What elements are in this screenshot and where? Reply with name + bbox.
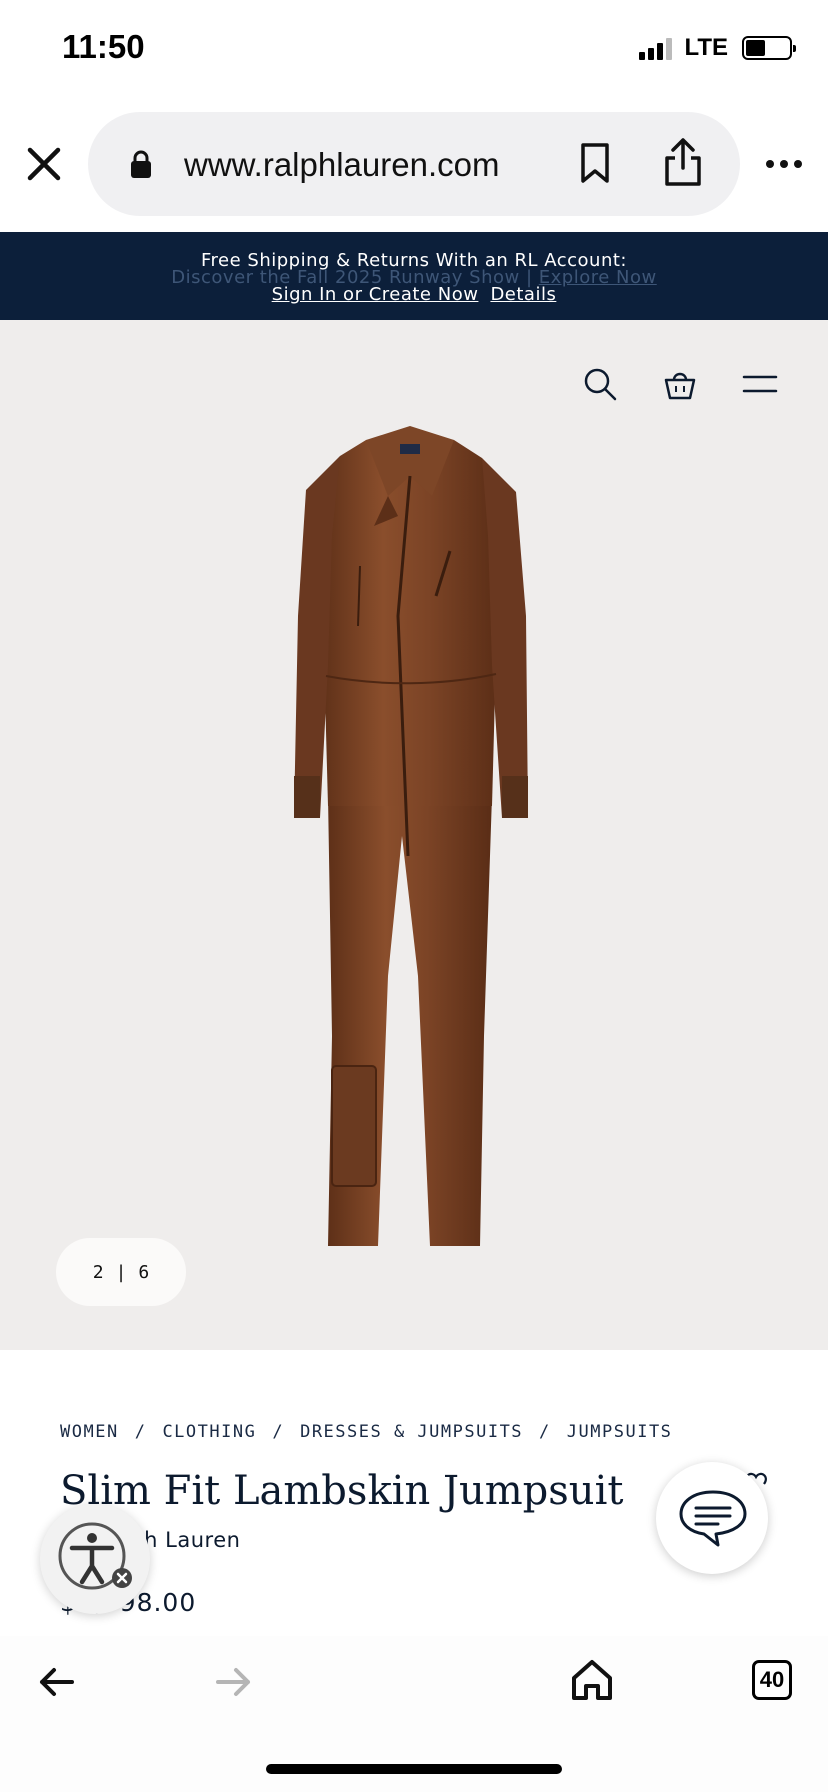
image-counter-separator: | bbox=[115, 1261, 127, 1283]
product-title: Slim Fit Lambskin Jumpsuit bbox=[60, 1468, 624, 1514]
image-counter: 2 | 6 bbox=[56, 1238, 186, 1306]
network-label: LTE bbox=[684, 34, 728, 61]
url-text: www.ralphlauren.com bbox=[184, 146, 500, 183]
breadcrumb-dresses-jumpsuits[interactable]: DRESSES & JUMPSUITS bbox=[300, 1422, 523, 1442]
bookmark-icon[interactable] bbox=[578, 142, 612, 184]
battery-icon bbox=[742, 36, 796, 60]
promo-headline: Free Shipping & Returns With an RL Accou… bbox=[201, 250, 627, 271]
home-indicator[interactable] bbox=[266, 1764, 562, 1774]
accessibility-button[interactable] bbox=[40, 1504, 150, 1614]
details-link[interactable]: Details bbox=[490, 284, 556, 305]
breadcrumb: WOMEN / CLOTHING / DRESSES & JUMPSUITS /… bbox=[60, 1422, 672, 1442]
status-time: 11:50 bbox=[62, 28, 145, 65]
tabs-button[interactable]: 40 bbox=[752, 1660, 792, 1700]
forward-arrow-icon[interactable] bbox=[214, 1662, 254, 1702]
site-header-icons bbox=[582, 366, 778, 402]
battery-level bbox=[746, 40, 765, 56]
lock-icon bbox=[131, 150, 151, 178]
image-counter-current: 2 bbox=[92, 1261, 104, 1283]
browser-toolbar: www.ralphlauren.com bbox=[0, 112, 828, 216]
breadcrumb-clothing[interactable]: CLOTHING bbox=[162, 1422, 256, 1442]
status-indicators: LTE bbox=[639, 34, 796, 62]
breadcrumb-jumpsuits[interactable]: JUMPSUITS bbox=[567, 1422, 673, 1442]
image-counter-total: 6 bbox=[138, 1261, 150, 1283]
status-bar: 11:50 LTE bbox=[0, 0, 828, 100]
shopping-bag-icon[interactable] bbox=[662, 366, 698, 402]
search-icon[interactable] bbox=[582, 366, 618, 402]
breadcrumb-separator: / bbox=[134, 1422, 147, 1442]
chat-icon bbox=[679, 1490, 747, 1547]
signin-link[interactable]: Sign In or Create Now bbox=[272, 284, 479, 305]
breadcrumb-separator: / bbox=[272, 1422, 285, 1442]
share-icon[interactable] bbox=[662, 136, 704, 188]
accessibility-icon bbox=[58, 1522, 132, 1590]
breadcrumb-separator: / bbox=[539, 1422, 551, 1442]
product-image[interactable] bbox=[270, 416, 560, 1256]
more-icon[interactable] bbox=[764, 156, 804, 172]
breadcrumb-women[interactable]: WOMEN bbox=[60, 1422, 119, 1442]
signal-icon bbox=[639, 36, 673, 60]
promo-links: Sign In or Create Now Details bbox=[0, 284, 828, 305]
promo-banner: Discover the Fall 2025 Runway Show | Exp… bbox=[0, 232, 828, 320]
menu-icon[interactable] bbox=[742, 366, 778, 402]
chat-button[interactable] bbox=[656, 1462, 768, 1574]
home-icon[interactable] bbox=[570, 1658, 614, 1702]
back-arrow-icon[interactable] bbox=[36, 1662, 76, 1702]
address-bar[interactable]: www.ralphlauren.com bbox=[88, 112, 740, 216]
product-gallery[interactable]: 2 | 6 bbox=[0, 320, 828, 1350]
close-icon[interactable] bbox=[22, 142, 66, 186]
